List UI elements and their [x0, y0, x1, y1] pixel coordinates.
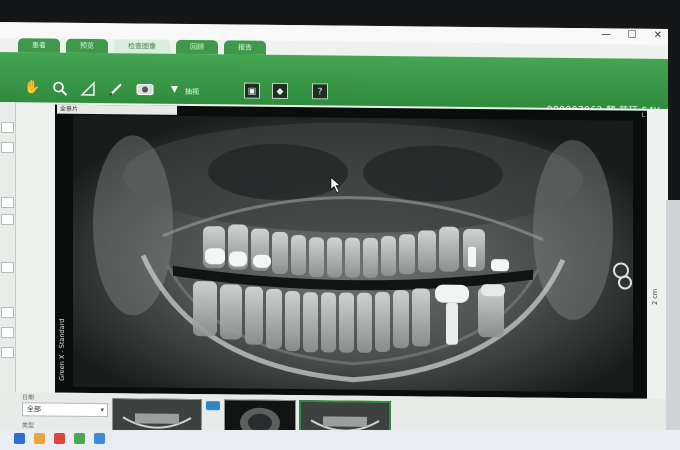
viewer-title: 全景片: [57, 104, 177, 115]
background-wall: [666, 200, 680, 450]
image-layout-icon[interactable]: ▣: [244, 82, 260, 99]
side-panel-field[interactable]: [1, 197, 14, 209]
chevron-down-icon: ▾: [100, 406, 104, 415]
side-panel-field[interactable]: [1, 214, 14, 226]
side-panel-field[interactable]: [1, 327, 14, 339]
scale-label: 2 cm: [651, 288, 659, 306]
tab-image-exam[interactable]: 检查图像: [114, 39, 170, 54]
side-panel-field[interactable]: [1, 262, 14, 274]
panoramic-xray-image: [73, 114, 633, 393]
view-mode-label[interactable]: 抽视: [185, 87, 199, 97]
xray-viewer[interactable]: 全景片 L Green X - Standard 2 cm: [55, 104, 659, 399]
tab-preview[interactable]: 预览: [66, 38, 108, 54]
date-filter-select[interactable]: 全部 ▾: [22, 402, 108, 418]
ruler-icon[interactable]: [80, 81, 96, 97]
tooth-chart-icon[interactable]: ◆: [272, 82, 288, 100]
folder-icon[interactable]: [34, 433, 45, 444]
thumbnail-badge: [206, 401, 220, 411]
windows-start-icon[interactable]: [14, 433, 25, 444]
tab-patient[interactable]: 患者: [18, 38, 60, 53]
date-filter-value: 全部: [27, 405, 41, 414]
app-window: — ☐ ✕ 患者 预览 检查图像 回顾 报告 ✋ ▼ 抽视 ▣ ◆ ? 54Y …: [0, 22, 668, 449]
zoom-icon[interactable]: [52, 81, 68, 97]
maximize-button[interactable]: ☐: [626, 30, 638, 41]
app-icon[interactable]: [94, 433, 105, 444]
app-icon[interactable]: [54, 433, 65, 444]
minimize-button[interactable]: —: [600, 29, 612, 40]
device-label: Green X - Standard: [58, 318, 66, 381]
filter-label-type: 类型: [22, 422, 35, 430]
side-panel-field[interactable]: [1, 307, 14, 319]
monitor-bezel: — ☐ ✕ 患者 预览 检查图像 回顾 报告 ✋ ▼ 抽视 ▣ ◆ ? 54Y …: [0, 0, 680, 450]
tab-report[interactable]: 报告: [224, 40, 266, 55]
pen-icon[interactable]: [108, 81, 124, 97]
left-side-panel: [0, 102, 16, 403]
os-taskbar: [0, 430, 680, 450]
dropdown-caret-icon[interactable]: ▼: [171, 85, 178, 95]
orientation-marker: L: [641, 111, 645, 119]
export-icon[interactable]: [136, 81, 154, 97]
side-panel-field[interactable]: [1, 347, 14, 359]
app-icon[interactable]: [74, 433, 85, 444]
toolbar: ✋ ▼ 抽视 ▣ ◆ ? 000007862 顏 艾玨 54Y: [0, 52, 668, 117]
side-panel-field[interactable]: [1, 142, 14, 154]
tab-review[interactable]: 回顾: [176, 39, 218, 55]
filter-label-date: 日期: [22, 394, 35, 402]
help-icon[interactable]: ?: [312, 83, 328, 100]
side-panel-field[interactable]: [1, 122, 14, 134]
close-button[interactable]: ✕: [652, 30, 664, 41]
hand-icon[interactable]: ✋: [24, 80, 40, 96]
